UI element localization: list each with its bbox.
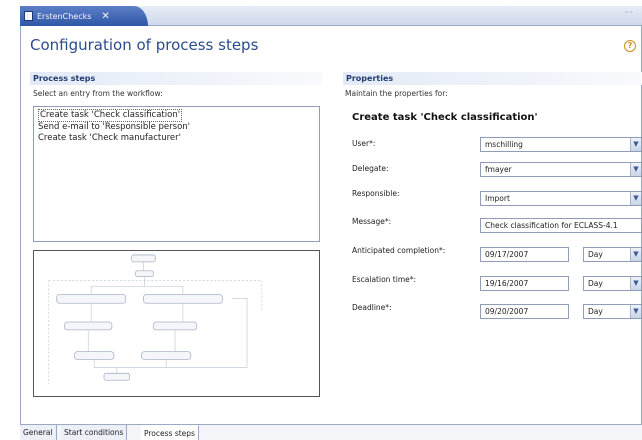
task-title: Create task 'Check classification'	[352, 112, 538, 123]
chevron-down-icon[interactable]: ▼	[630, 192, 641, 205]
deadline-value: 09/20/2007	[485, 307, 529, 316]
message-value: Check classification for ECLASS-4.1	[485, 221, 618, 230]
process-step-item[interactable]: Create task 'Check classification'	[38, 109, 183, 122]
anticipated-completion-value: 09/17/2007	[485, 250, 529, 259]
document-icon	[24, 11, 33, 21]
workflow-node	[56, 294, 127, 304]
workflow-node	[74, 351, 115, 360]
responsible-label: Responsible:	[352, 189, 400, 198]
page-title: Configuration of process steps	[30, 36, 259, 54]
tab-process-steps[interactable]: Process steps	[141, 425, 199, 440]
responsible-value: Import	[485, 194, 510, 203]
workflow-node	[135, 270, 154, 278]
workflow-diagram-preview[interactable]	[33, 250, 320, 397]
delegate-select[interactable]: fmayer	[480, 162, 642, 177]
process-steps-list[interactable]: Create task 'Check classification' Send …	[33, 106, 320, 242]
editor-tab-bar: ErstenChecks ✕ ⁼⁼	[20, 6, 642, 26]
process-step-item[interactable]: Send e-mail to 'Responsible person'	[38, 122, 315, 133]
workflow-node	[103, 372, 131, 381]
help-icon[interactable]: ?	[624, 40, 636, 52]
minimize-icon[interactable]: ⁼⁼	[625, 10, 634, 18]
workflow-node	[141, 351, 192, 360]
delegate-label: Delegate:	[352, 164, 389, 173]
anticipated-completion-input[interactable]: 09/17/2007	[480, 247, 569, 262]
anticipated-completion-label: Anticipated completion*:	[352, 246, 446, 255]
editor-tab[interactable]: ErstenChecks ✕	[20, 6, 148, 26]
delegate-value: fmayer	[485, 165, 512, 174]
user-value: mschilling	[485, 140, 523, 149]
process-step-item[interactable]: Create task 'Check manufacturer'	[38, 133, 315, 144]
bottom-tab-bar: General Start conditions Process steps	[20, 424, 642, 440]
user-label: User*:	[352, 139, 376, 148]
message-input[interactable]: Check classification for ECLASS-4.1	[480, 218, 642, 233]
deadline-label: Deadline*:	[352, 303, 392, 312]
escalation-time-input[interactable]: 19/16/2007	[480, 276, 569, 291]
user-select[interactable]: mschilling	[480, 137, 642, 152]
list-item[interactable]: Create task 'Check classification'	[38, 109, 315, 122]
process-steps-description: Select an entry from the workflow:	[33, 89, 163, 98]
workflow-node	[143, 294, 223, 304]
escalation-time-value: 19/16/2007	[485, 279, 529, 288]
properties-header: Properties	[343, 72, 642, 85]
chevron-down-icon[interactable]: ▼	[630, 163, 641, 176]
workflow-node	[131, 254, 156, 263]
deadline-input[interactable]: 09/20/2007	[480, 304, 569, 319]
anticipated-unit-value: Day	[588, 250, 603, 259]
editor-tab-label: ErstenChecks	[37, 11, 92, 21]
chevron-down-icon[interactable]: ▼	[630, 305, 641, 318]
escalation-time-label: Escalation time*:	[352, 275, 417, 284]
deadline-unit-value: Day	[588, 307, 603, 316]
tab-start-conditions[interactable]: Start conditions	[61, 425, 128, 440]
chevron-down-icon[interactable]: ▼	[630, 248, 641, 261]
chevron-down-icon[interactable]: ▼	[630, 138, 641, 151]
tab-general[interactable]: General	[20, 425, 57, 440]
chevron-down-icon[interactable]: ▼	[630, 277, 641, 290]
message-label: Message*:	[352, 217, 392, 226]
workflow-diagram	[48, 254, 263, 385]
workflow-node	[152, 321, 198, 331]
workflow-node	[64, 321, 113, 331]
responsible-select[interactable]: Import	[480, 191, 642, 206]
process-steps-header: Process steps	[30, 72, 322, 85]
close-icon[interactable]: ✕	[101, 11, 109, 22]
escalation-unit-value: Day	[588, 279, 603, 288]
properties-description: Maintain the properties for:	[345, 89, 448, 98]
